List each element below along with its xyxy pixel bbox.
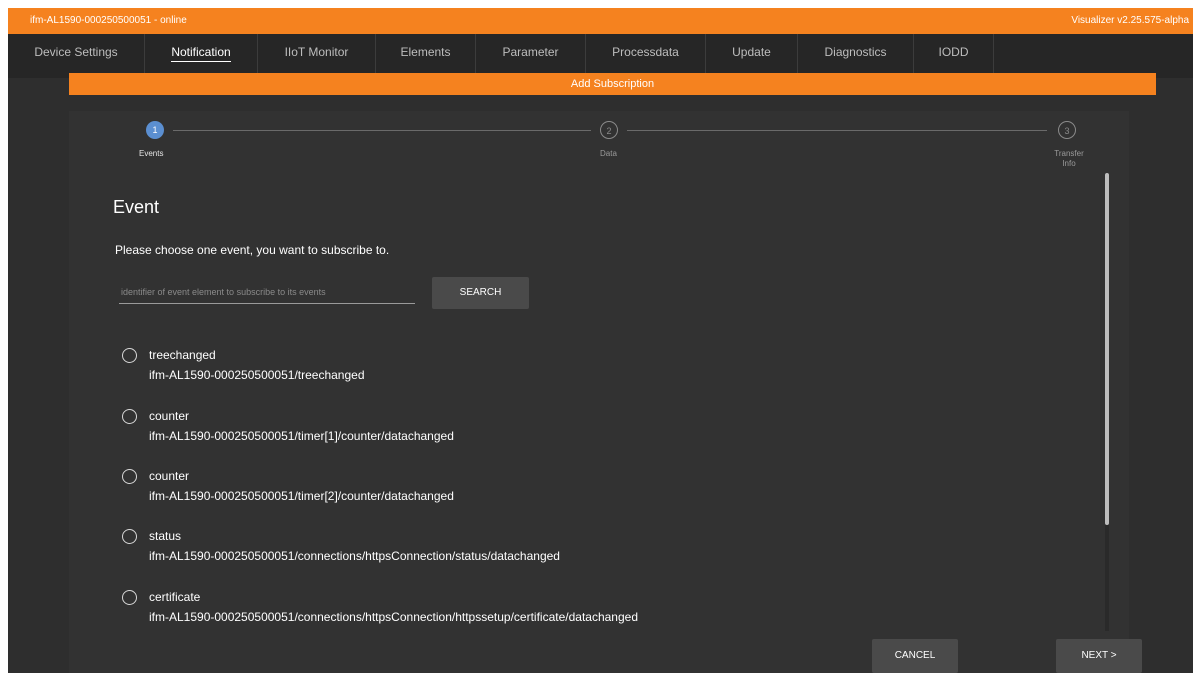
step-3-circle[interactable]: 3 [1058,121,1076,139]
list-item[interactable]: counter ifm-AL1590-000250500051/timer[2]… [122,467,762,507]
device-status: ifm-AL1590-000250500051 - online [30,15,187,26]
tab-iodd[interactable]: IODD [914,34,994,78]
event-name: counter [149,469,190,483]
step-connector [173,130,591,131]
main-tabs: Device Settings Notification IIoT Monito… [8,34,1193,78]
step-connector [627,130,1047,131]
cancel-button[interactable]: CANCEL [872,639,958,673]
tab-parameter[interactable]: Parameter [476,34,586,78]
version-label: Visualizer v2.25.575-alpha [1071,15,1189,26]
tab-elements[interactable]: Elements [376,34,476,78]
list-item[interactable]: certificate ifm-AL1590-000250500051/conn… [122,588,762,628]
page-title: Event [113,197,160,217]
radio-button[interactable] [122,469,137,484]
radio-button[interactable] [122,409,137,424]
tab-processdata[interactable]: Processdata [586,34,706,78]
step-3-label: Transfer Info [1054,149,1084,168]
event-name: counter [149,409,190,423]
add-subscription-banner: Add Subscription [69,73,1156,95]
next-button[interactable]: NEXT > [1056,639,1142,673]
event-name: treechanged [149,348,216,362]
event-name: status [149,529,182,543]
app-window: ifm-AL1590-000250500051 - online Visuali… [8,8,1193,673]
list-item[interactable]: counter ifm-AL1590-000250500051/timer[1]… [122,407,762,447]
event-path: ifm-AL1590-000250500051/connections/http… [149,549,560,563]
tab-iiot-monitor[interactable]: IIoT Monitor [258,34,376,78]
scrollbar-thumb[interactable] [1105,173,1109,525]
event-path: ifm-AL1590-000250500051/treechanged [149,368,365,382]
event-path: ifm-AL1590-000250500051/timer[2]/counter… [149,489,454,503]
step-1-circle[interactable]: 1 [146,121,164,139]
tab-device-settings[interactable]: Device Settings [8,34,145,78]
subscription-panel: 1 2 3 Events Data Transfer Info Event Pl… [69,111,1142,673]
step-1-label: Events [139,149,164,158]
radio-button[interactable] [122,348,137,363]
step-2-label: Data [600,149,617,158]
event-path: ifm-AL1590-000250500051/connections/http… [149,610,639,624]
instruction-text: Please choose one event, you want to sub… [115,243,390,257]
step-2-circle[interactable]: 2 [600,121,618,139]
event-path: ifm-AL1590-000250500051/timer[1]/counter… [149,429,454,443]
wizard-stepper: 1 2 3 Events Data Transfer Info [69,111,1129,181]
event-search-input[interactable] [119,281,415,304]
search-button[interactable]: SEARCH [432,277,529,309]
event-name: certificate [149,590,201,604]
list-item[interactable]: status ifm-AL1590-000250500051/connectio… [122,527,762,567]
radio-button[interactable] [122,590,137,605]
list-item[interactable]: treechanged ifm-AL1590-000250500051/tree… [122,346,762,386]
tab-update[interactable]: Update [706,34,798,78]
tab-notification[interactable]: Notification [145,34,258,78]
radio-button[interactable] [122,529,137,544]
tab-diagnostics[interactable]: Diagnostics [798,34,914,78]
title-bar: ifm-AL1590-000250500051 - online Visuali… [8,8,1193,34]
